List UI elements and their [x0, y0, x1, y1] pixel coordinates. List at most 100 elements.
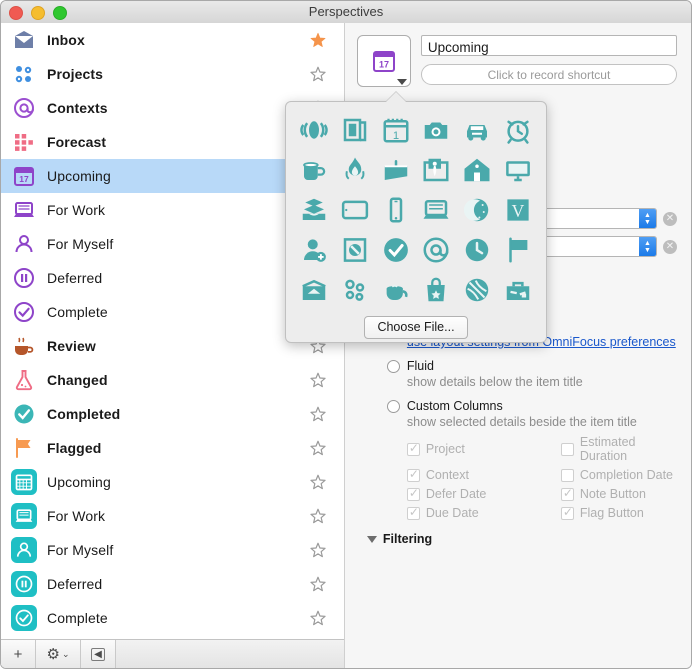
- action-menu-button[interactable]: ⚙ ⌄: [36, 640, 81, 668]
- icon-option-picture-frame-icon[interactable]: [416, 152, 457, 188]
- icon-option-camera-icon[interactable]: [416, 112, 457, 148]
- column-label: Project: [425, 442, 465, 456]
- sidebar-item-complete-17[interactable]: Complete: [1, 601, 344, 635]
- collapse-icon: ◀: [91, 647, 105, 661]
- laptop-icon: [14, 202, 34, 217]
- column-checkbox[interactable]: [560, 442, 574, 456]
- filter-combo-1-stepper[interactable]: ▲ ▼: [639, 209, 656, 228]
- column-checkbox[interactable]: [406, 441, 420, 456]
- icon-option-calendar-1-icon[interactable]: 1: [375, 112, 416, 148]
- favorite-star-filled[interactable]: [304, 23, 332, 57]
- icon-grid[interactable]: 1V: [286, 102, 546, 308]
- icon-option-circles-icon[interactable]: [335, 272, 376, 308]
- collapse-sidebar-button[interactable]: ◀: [81, 640, 116, 668]
- icon-option-add-person-icon[interactable]: [294, 232, 335, 268]
- column-label: Context: [425, 468, 469, 482]
- column-checkbox[interactable]: [560, 505, 574, 520]
- column-checkbox[interactable]: [560, 468, 574, 482]
- sidebar-item-label: Completed: [47, 406, 121, 422]
- sidebar-item-completed-11[interactable]: Completed: [1, 397, 344, 431]
- layout-option-fluid[interactable]: Fluid: [386, 359, 677, 373]
- perspective-icon-button[interactable]: 17: [356, 35, 411, 87]
- pause-circle-icon: [11, 265, 37, 291]
- add-perspective-button[interactable]: +: [1, 640, 36, 668]
- icon-option-moon-icon[interactable]: [457, 192, 498, 228]
- filter-combo-2-clear-button[interactable]: ✕: [663, 239, 677, 254]
- column-option-defer-date[interactable]: Defer Date: [406, 486, 557, 501]
- sidebar-item-projects-1[interactable]: Projects: [1, 57, 344, 91]
- filter-combo-2-stepper[interactable]: ▲ ▼: [639, 237, 656, 256]
- icon-option-barrel-icon[interactable]: [294, 112, 335, 148]
- column-checkbox[interactable]: [406, 505, 420, 520]
- perspectives-window: Perspectives Inbox Projects Contexts Foreca…: [0, 0, 692, 669]
- inbox-icon: [15, 31, 33, 48]
- column-option-context[interactable]: Context: [406, 467, 557, 482]
- icon-option-monitor-icon[interactable]: [497, 152, 538, 188]
- favorite-star-outline[interactable]: [304, 499, 332, 533]
- icon-option-check-circle-icon[interactable]: [375, 232, 416, 268]
- icon-option-yarn-ball-icon[interactable]: [457, 272, 498, 308]
- sidebar-item-for-myself-15[interactable]: For Myself: [1, 533, 344, 567]
- choose-file-button[interactable]: Choose File...: [364, 316, 468, 339]
- icon-option-teapot-icon[interactable]: [375, 272, 416, 308]
- sidebar-item-label: Complete: [47, 304, 108, 320]
- icon-option-flag-icon[interactable]: [497, 232, 538, 268]
- favorite-star-outline[interactable]: [304, 431, 332, 465]
- filtering-section-header[interactable]: Filtering: [366, 532, 677, 546]
- sidebar-item-deferred-16[interactable]: Deferred: [1, 567, 344, 601]
- icon-option-toolbox-icon[interactable]: [497, 272, 538, 308]
- icon-option-shopping-bag-icon[interactable]: [416, 272, 457, 308]
- favorite-star-outline[interactable]: [304, 465, 332, 499]
- icon-option-no-entry-door-icon[interactable]: [335, 232, 376, 268]
- icon-option-books-icon[interactable]: [335, 112, 376, 148]
- icon-option-alarm-clock-icon[interactable]: [497, 112, 538, 148]
- column-option-flag-button[interactable]: Flag Button: [560, 505, 677, 520]
- column-option-completion-date[interactable]: Completion Date: [560, 468, 677, 482]
- column-label: Note Button: [579, 487, 646, 501]
- column-checkbox[interactable]: [406, 486, 420, 501]
- favorite-star-outline[interactable]: [304, 363, 332, 397]
- icon-option-letter-tray-icon[interactable]: [294, 272, 335, 308]
- layout-option-custom-columns[interactable]: Custom Columns: [386, 399, 677, 413]
- sidebar-item-inbox-0[interactable]: Inbox: [1, 23, 344, 57]
- column-option-note-button[interactable]: Note Button: [560, 486, 677, 501]
- v-badge-icon: V: [507, 199, 529, 221]
- column-checkbox[interactable]: [560, 486, 574, 501]
- icon-option-laptop-icon[interactable]: [416, 192, 457, 228]
- icon-option-stacked-trays-icon[interactable]: [294, 192, 335, 228]
- favorite-star-outline[interactable]: [304, 567, 332, 601]
- calendar-grid-icon: [11, 469, 37, 495]
- icon-option-mug-icon[interactable]: [294, 152, 335, 188]
- sidebar-item-changed-10[interactable]: Changed: [1, 363, 344, 397]
- icon-option-v-badge-icon[interactable]: V: [497, 192, 538, 228]
- column-checkbox[interactable]: [406, 467, 420, 482]
- check-circle-solid-icon: [383, 238, 408, 262]
- column-option-estimated-duration[interactable]: Estimated Duration: [560, 435, 677, 463]
- custom-columns-radio[interactable]: [386, 399, 400, 413]
- icon-option-phone-icon[interactable]: [375, 192, 416, 228]
- favorite-star-outline[interactable]: [304, 601, 332, 635]
- column-option-project[interactable]: Project: [406, 435, 557, 463]
- inspector-fields: Upcoming Click to record shortcut: [420, 35, 677, 87]
- sidebar-item-upcoming-13[interactable]: Upcoming: [1, 465, 344, 499]
- plus-icon: +: [13, 645, 23, 663]
- record-shortcut-button[interactable]: Click to record shortcut: [420, 64, 677, 85]
- column-option-due-date[interactable]: Due Date: [406, 505, 557, 520]
- icon-option-house-icon[interactable]: [457, 152, 498, 188]
- icon-picker-caret[interactable]: [396, 79, 407, 85]
- icon-option-car-icon[interactable]: [457, 112, 498, 148]
- icon-option-inbox-tray-icon[interactable]: [375, 152, 416, 188]
- favorite-star-outline[interactable]: [304, 533, 332, 567]
- favorite-star-outline[interactable]: [304, 397, 332, 431]
- fluid-radio[interactable]: [386, 359, 400, 373]
- filter-combo-1-clear-button[interactable]: ✕: [663, 211, 677, 226]
- perspective-name-input[interactable]: Upcoming: [420, 35, 677, 56]
- favorite-star-outline[interactable]: [304, 57, 332, 91]
- disclosure-triangle-icon[interactable]: [366, 535, 377, 543]
- sidebar-item-flagged-12[interactable]: Flagged: [1, 431, 344, 465]
- icon-option-flame-icon[interactable]: [335, 152, 376, 188]
- icon-option-clock-icon[interactable]: [457, 232, 498, 268]
- icon-option-at-sign-icon[interactable]: [416, 232, 457, 268]
- sidebar-item-for-work-14[interactable]: For Work: [1, 499, 344, 533]
- icon-option-tablet-landscape-icon[interactable]: [335, 192, 376, 228]
